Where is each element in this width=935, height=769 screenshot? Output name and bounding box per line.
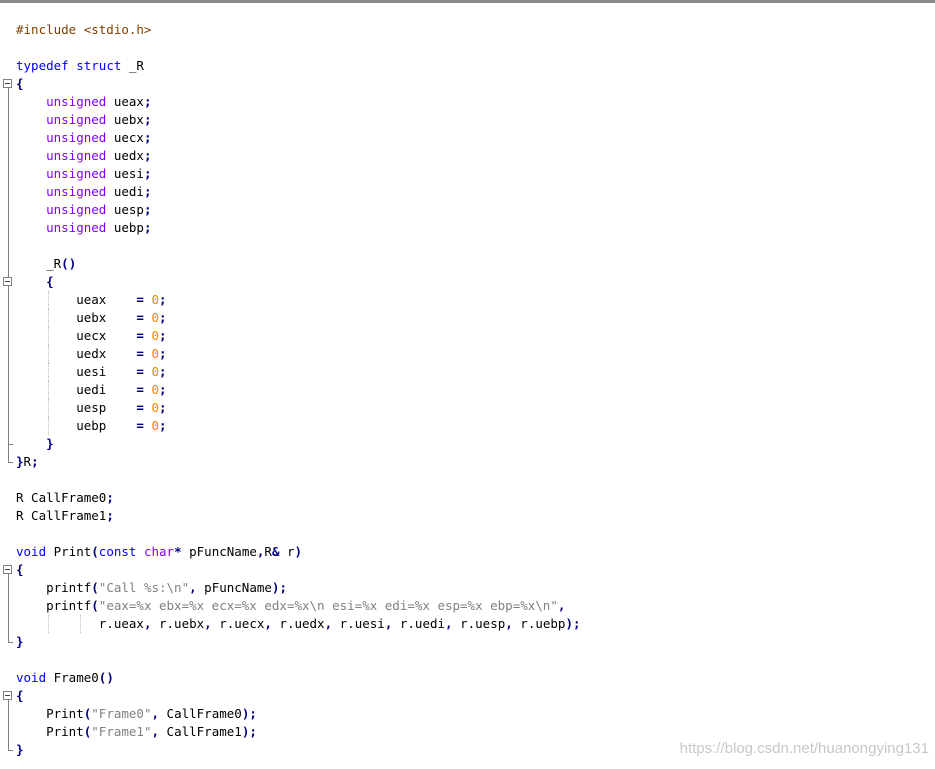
code-line[interactable]	[16, 471, 935, 489]
code-line[interactable]	[16, 237, 935, 255]
code-line[interactable]: uesp = 0;	[16, 399, 935, 417]
code-line[interactable]: Print("Frame0", CallFrame0);	[16, 705, 935, 723]
code-line[interactable]	[16, 651, 935, 669]
code-line[interactable]: uedi = 0;	[16, 381, 935, 399]
indent-guide	[48, 309, 49, 327]
indent-guide	[48, 345, 49, 363]
code-line[interactable]: printf("Call %s:\n", pFuncName);	[16, 579, 935, 597]
code-line[interactable]: unsigned uedi;	[16, 183, 935, 201]
code-line[interactable]: uecx = 0;	[16, 327, 935, 345]
indent-guide	[48, 417, 49, 435]
fold-range-line	[8, 700, 9, 750]
code-line[interactable]: printf("eax=%x ebx=%x ecx=%x edx=%x\n es…	[16, 597, 935, 615]
code-line[interactable]: uedx = 0;	[16, 345, 935, 363]
code-line[interactable]: uebx = 0;	[16, 309, 935, 327]
indent-guide	[48, 363, 49, 381]
indent-guide	[48, 399, 49, 417]
code-line[interactable]: unsigned uedx;	[16, 147, 935, 165]
code-line[interactable]: {	[16, 273, 935, 291]
code-line[interactable]: uebp = 0;	[16, 417, 935, 435]
fold-end-icon	[8, 462, 13, 463]
code-line[interactable]: unsigned uecx;	[16, 129, 935, 147]
code-line[interactable]: unsigned uebp;	[16, 219, 935, 237]
code-line[interactable]: Print("Frame1", CallFrame1);	[16, 723, 935, 741]
code-line[interactable]: _R()	[16, 255, 935, 273]
code-line[interactable]	[16, 39, 935, 57]
code-line[interactable]: }R;	[16, 453, 935, 471]
fold-range-line	[8, 574, 9, 642]
fold-end-icon	[8, 750, 13, 751]
fold-minus-icon[interactable]	[3, 277, 12, 286]
code-line[interactable]: void Print(const char* pFuncName,R& r)	[16, 543, 935, 561]
code-line[interactable]: }	[16, 435, 935, 453]
code-line[interactable]: typedef struct _R	[16, 57, 935, 75]
fold-minus-icon[interactable]	[3, 565, 12, 574]
code-line[interactable]: unsigned uesi;	[16, 165, 935, 183]
code-line[interactable]: {	[16, 75, 935, 93]
code-line[interactable]: {	[16, 561, 935, 579]
code-line[interactable]: {	[16, 687, 935, 705]
code-line[interactable]: }	[16, 633, 935, 651]
code-line[interactable]	[16, 525, 935, 543]
code-line[interactable]: uesi = 0;	[16, 363, 935, 381]
code-line[interactable]: unsigned ueax;	[16, 93, 935, 111]
code-line[interactable]: r.ueax, r.uebx, r.uecx, r.uedx, r.uesi, …	[16, 615, 935, 633]
fold-range-line	[8, 286, 9, 444]
indent-guide	[48, 381, 49, 399]
code-line[interactable]: R CallFrame1;	[16, 507, 935, 525]
code-line[interactable]: unsigned uebx;	[16, 111, 935, 129]
indent-guide	[80, 615, 81, 633]
indent-guide	[48, 291, 49, 309]
code-line[interactable]: void Frame0()	[16, 669, 935, 687]
fold-minus-icon[interactable]	[3, 79, 12, 88]
editor-top-border	[0, 0, 935, 3]
code-line[interactable]: ueax = 0;	[16, 291, 935, 309]
indent-guide	[48, 615, 49, 633]
fold-end-icon	[8, 444, 13, 445]
code-editor[interactable]: #include <stdio.h> typedef struct _R{ uns…	[16, 21, 935, 759]
indent-guide	[48, 327, 49, 345]
code-line[interactable]: #include <stdio.h>	[16, 21, 935, 39]
fold-minus-icon[interactable]	[3, 691, 12, 700]
fold-end-icon	[8, 642, 13, 643]
code-line[interactable]: unsigned uesp;	[16, 201, 935, 219]
watermark-text: https://blog.csdn.net/huanongying131	[679, 740, 929, 757]
code-line[interactable]: R CallFrame0;	[16, 489, 935, 507]
